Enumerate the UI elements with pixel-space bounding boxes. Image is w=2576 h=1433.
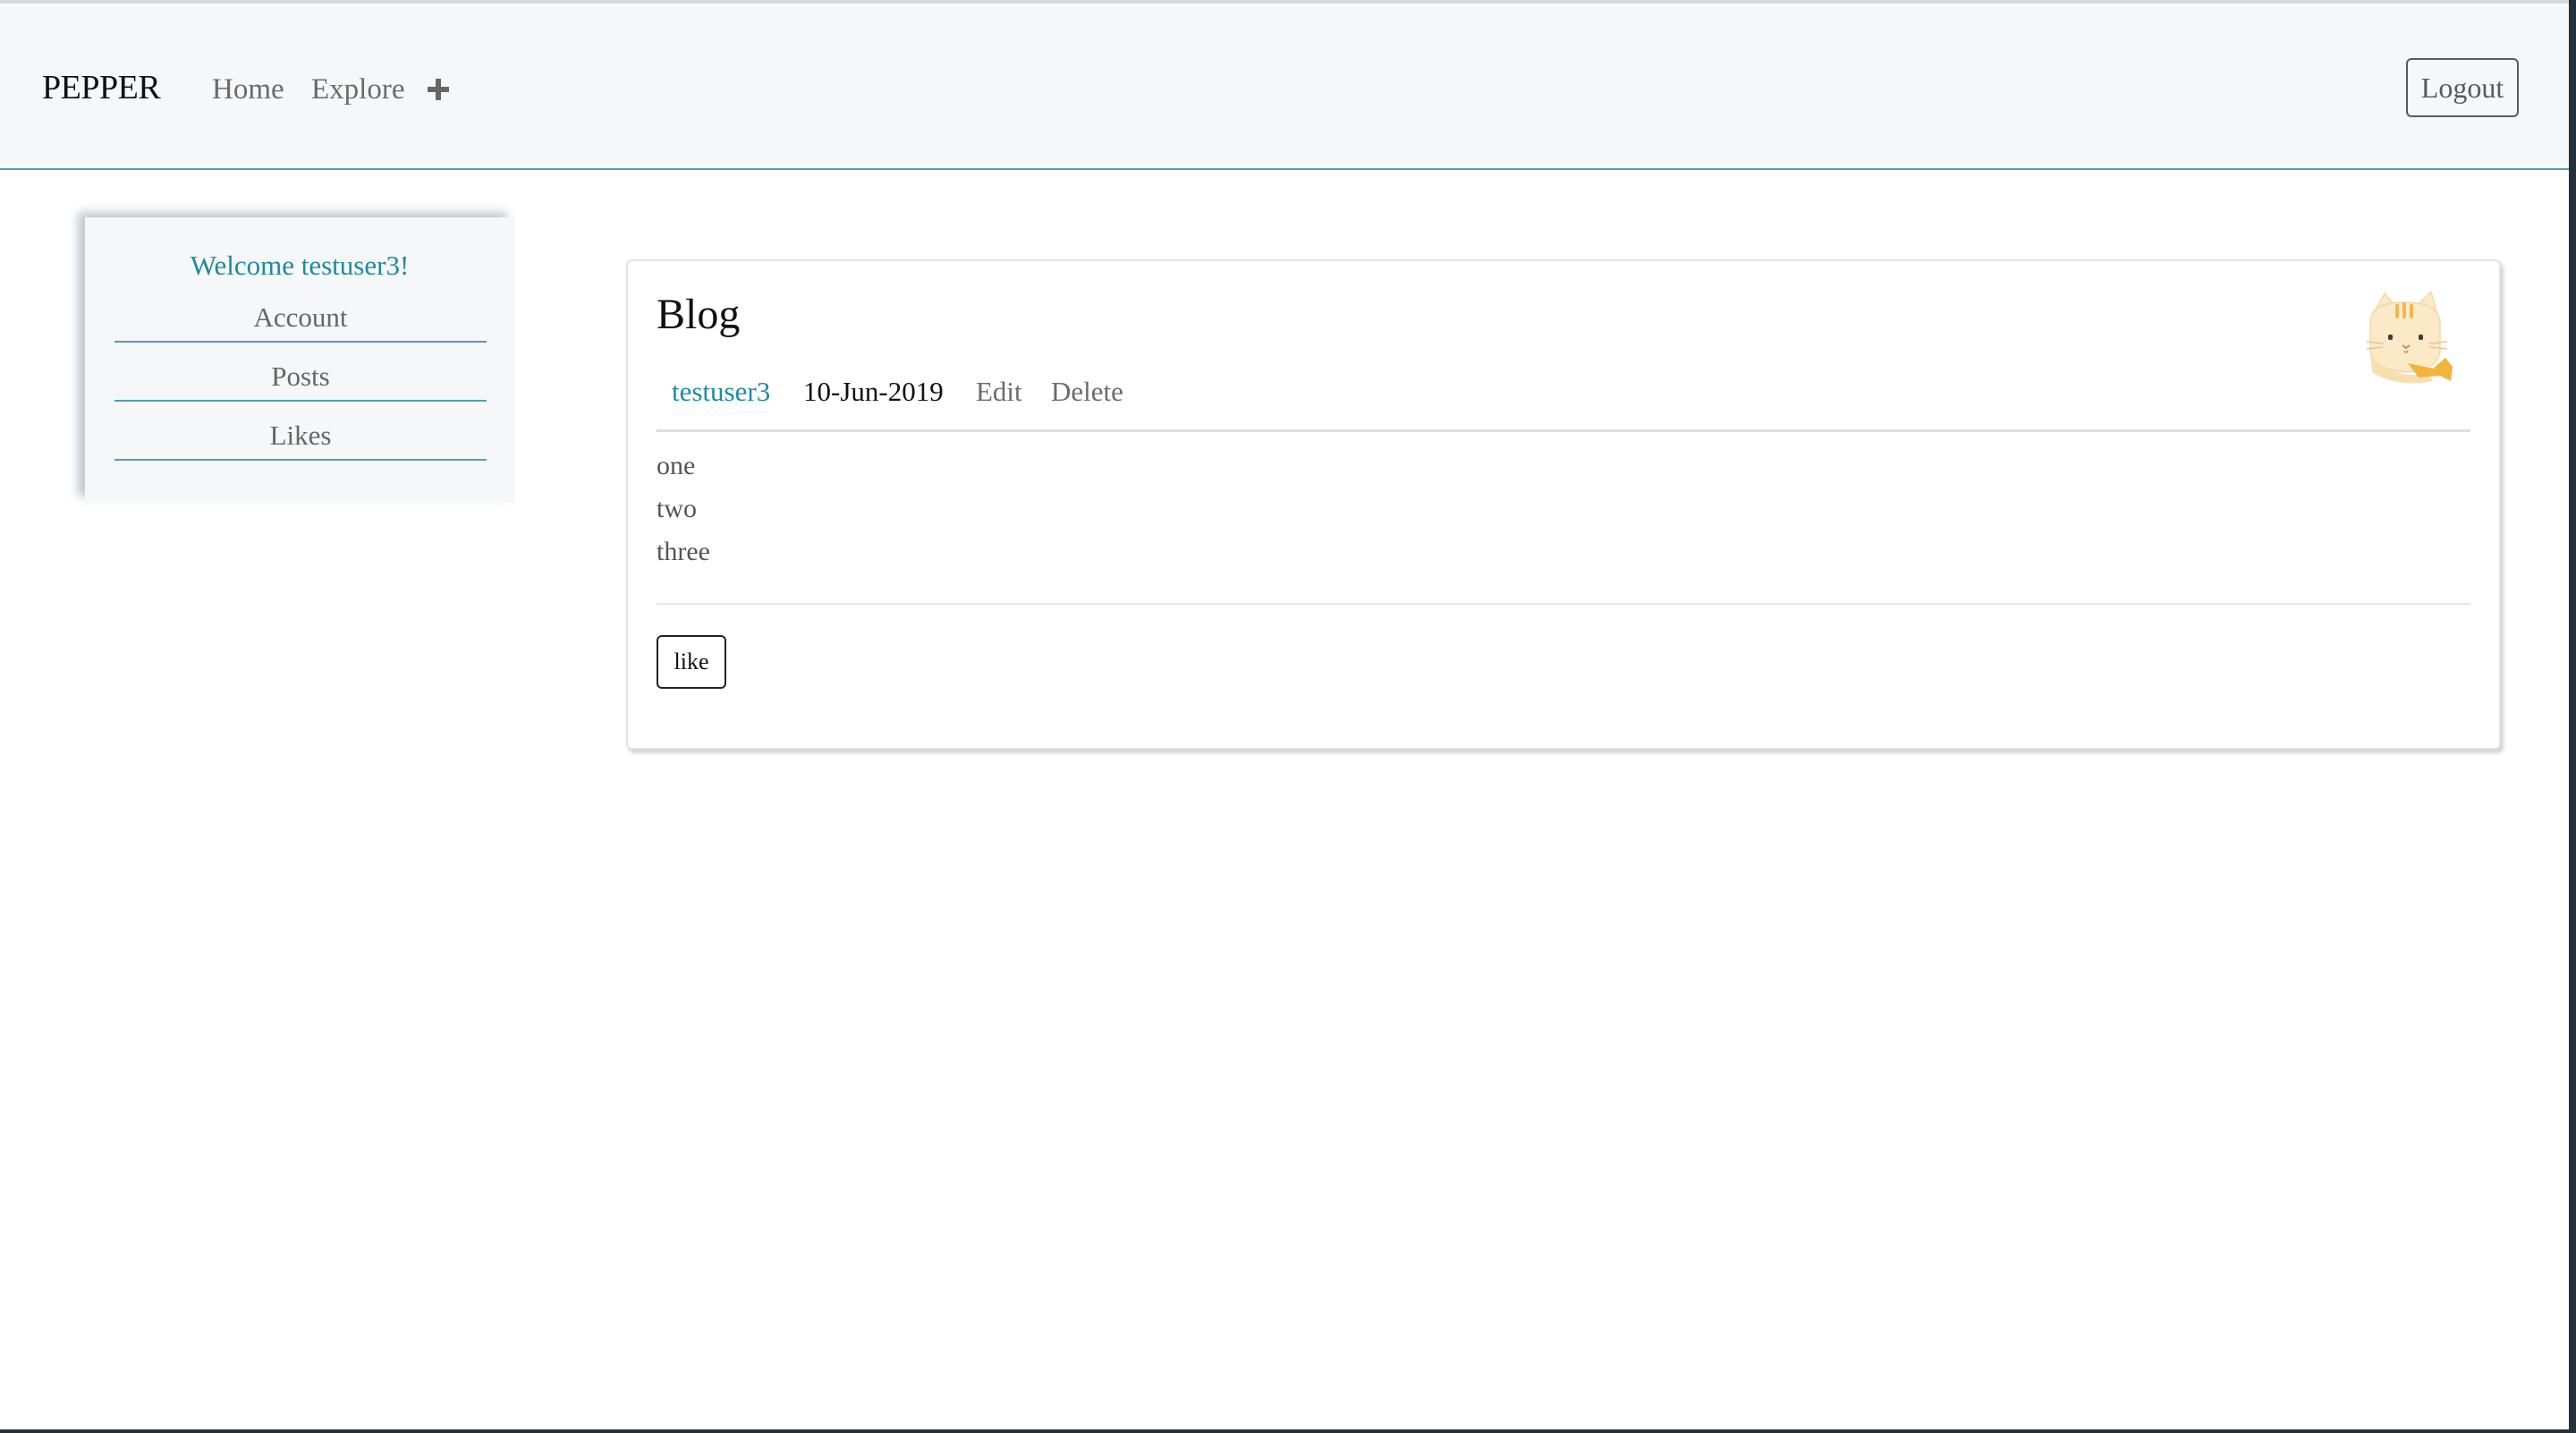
top-navbar: PEPPER Home Explore Logout [0, 4, 2569, 170]
logout-button[interactable]: Logout [2406, 58, 2519, 117]
nav-home-link[interactable]: Home [212, 73, 284, 106]
browser-viewport: PEPPER Home Explore Logout Welcome testu… [0, 0, 2569, 1429]
sidebar-item-posts[interactable]: Posts [114, 360, 487, 402]
post-body-line: three [657, 537, 710, 566]
post-header-divider [657, 429, 2470, 432]
sidebar-item-likes[interactable]: Likes [114, 420, 487, 461]
post-author-link[interactable]: testuser3 [672, 376, 770, 408]
like-button[interactable]: like [657, 635, 726, 689]
brand-logo[interactable]: PEPPER [42, 68, 161, 107]
sidebar: Welcome testuser3! Account Posts Likes [85, 217, 514, 502]
post-body-line: one [657, 451, 696, 480]
post-footer-divider [657, 603, 2470, 605]
edit-post-link[interactable]: Edit [976, 376, 1022, 408]
delete-post-link[interactable]: Delete [1051, 376, 1123, 408]
plus-icon[interactable] [428, 78, 453, 103]
nav-explore-link[interactable]: Explore [311, 73, 404, 106]
post-title: Blog [657, 291, 741, 338]
post-card: Blog testuser3 10-Jun-2019 Edit Delete o… [626, 259, 2501, 750]
welcome-message: Welcome testuser3! [190, 250, 410, 281]
post-date: 10-Jun-2019 [803, 376, 944, 407]
sidebar-item-account[interactable]: Account [114, 301, 487, 343]
cat-avatar-icon [2366, 292, 2453, 384]
post-body-line: two [657, 494, 697, 523]
